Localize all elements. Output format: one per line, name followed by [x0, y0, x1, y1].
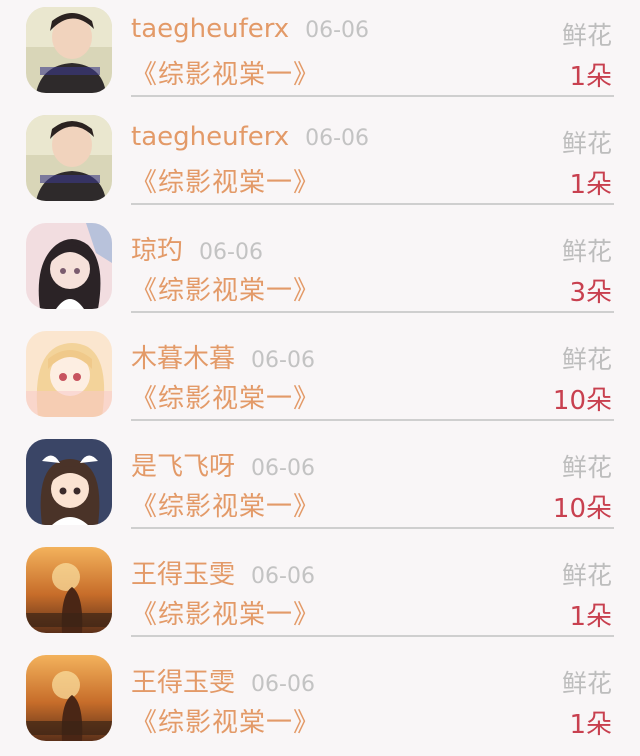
name-line: taegheuferx 06-06 — [131, 122, 369, 152]
avatar[interactable] — [26, 331, 112, 417]
username[interactable]: taegheuferx — [131, 14, 289, 44]
username[interactable]: 王得玉雯 — [131, 560, 235, 590]
username[interactable]: taegheuferx — [131, 122, 289, 152]
date: 06-06 — [305, 126, 370, 151]
list-item[interactable]: taegheuferx 06-06 鲜花 《综影视棠一》 1朵 — [0, 0, 640, 108]
gift-type: 鲜花 — [561, 345, 612, 374]
avatar[interactable] — [26, 7, 112, 93]
name-line: 王得玉雯 06-06 — [131, 554, 315, 591]
avatar[interactable] — [26, 655, 112, 741]
avatar[interactable] — [26, 547, 112, 633]
book-title[interactable]: 《综影视棠一》 — [131, 486, 320, 523]
list-item[interactable]: taegheuferx 06-06 鲜花 《综影视棠一》 1朵 — [0, 108, 640, 216]
gift-record-list: taegheuferx 06-06 鲜花 《综影视棠一》 1朵 taegheufe… — [0, 0, 640, 756]
gift-count: 1朵 — [569, 602, 612, 632]
list-item[interactable]: 王得玉雯 06-06 鲜花 《综影视棠一》 1朵 — [0, 540, 640, 648]
gift-count: 1朵 — [569, 170, 612, 200]
gift-type: 鲜花 — [561, 237, 612, 266]
book-title[interactable]: 《综影视棠一》 — [131, 270, 320, 307]
date: 06-06 — [305, 18, 370, 43]
date: 06-06 — [199, 240, 263, 265]
gift-count: 10朵 — [552, 386, 612, 416]
list-item[interactable]: 是飞飞呀 06-06 鲜花 《综影视棠一》 10朵 — [0, 432, 640, 540]
divider — [131, 419, 614, 421]
username[interactable]: 王得玉雯 — [131, 668, 235, 698]
name-line: taegheuferx 06-06 — [131, 14, 369, 44]
divider — [131, 635, 614, 637]
gift-type: 鲜花 — [561, 669, 612, 698]
book-title[interactable]: 《综影视棠一》 — [131, 702, 320, 739]
book-title[interactable]: 《综影视棠一》 — [131, 162, 320, 199]
gift-type: 鲜花 — [561, 453, 612, 482]
divider — [131, 203, 614, 205]
divider — [131, 95, 614, 97]
username[interactable]: 琼玓 — [131, 236, 183, 266]
username[interactable]: 是飞飞呀 — [131, 452, 235, 482]
date: 06-06 — [251, 564, 315, 589]
gift-count: 1朵 — [569, 710, 612, 740]
list-item[interactable]: 琼玓 06-06 鲜花 《综影视棠一》 3朵 — [0, 216, 640, 324]
date: 06-06 — [251, 348, 315, 373]
username[interactable]: 木暮木暮 — [131, 344, 235, 374]
divider — [131, 527, 614, 529]
avatar[interactable] — [26, 115, 112, 201]
list-item[interactable]: 木暮木暮 06-06 鲜花 《综影视棠一》 10朵 — [0, 324, 640, 432]
name-line: 王得玉雯 06-06 — [131, 662, 315, 699]
date: 06-06 — [251, 456, 315, 481]
name-line: 木暮木暮 06-06 — [131, 338, 315, 375]
gift-count: 3朵 — [569, 278, 612, 308]
book-title[interactable]: 《综影视棠一》 — [131, 378, 320, 415]
name-line: 琼玓 06-06 — [131, 230, 263, 267]
gift-count: 1朵 — [569, 62, 612, 92]
book-title[interactable]: 《综影视棠一》 — [131, 594, 320, 631]
divider — [131, 311, 614, 313]
gift-type: 鲜花 — [561, 561, 612, 590]
date: 06-06 — [251, 672, 315, 697]
gift-type: 鲜花 — [561, 129, 612, 158]
avatar[interactable] — [26, 223, 112, 309]
book-title[interactable]: 《综影视棠一》 — [131, 54, 320, 91]
avatar[interactable] — [26, 439, 112, 525]
name-line: 是飞飞呀 06-06 — [131, 446, 315, 483]
gift-type: 鲜花 — [561, 21, 612, 50]
gift-count: 10朵 — [552, 494, 612, 524]
